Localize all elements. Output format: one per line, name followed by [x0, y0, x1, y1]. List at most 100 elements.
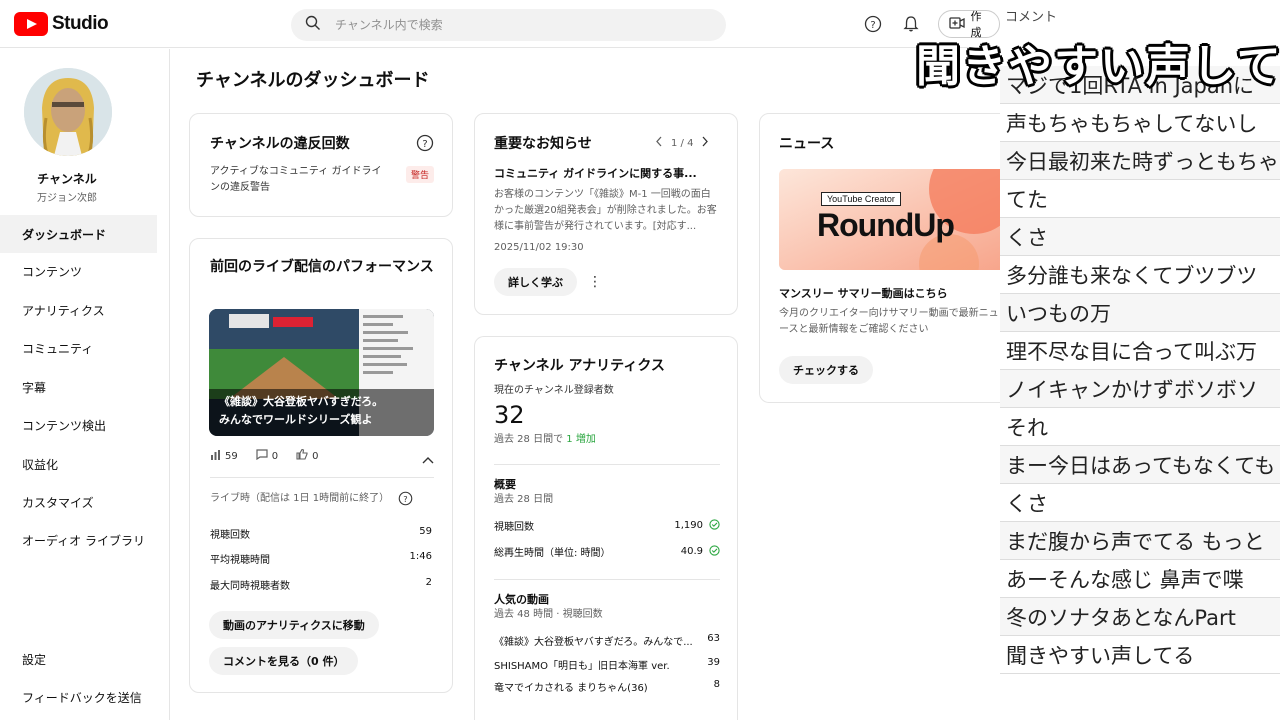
top-video-views: 39 — [707, 657, 720, 668]
sidebar-item-monetization[interactable]: 収益化 — [0, 445, 157, 483]
sidebar-item-community[interactable]: コミュニティ — [0, 329, 157, 367]
summary-row: 視聴回数 1,190 — [494, 518, 720, 533]
sidebar-item-label: 字幕 — [22, 380, 47, 395]
top-video-views: 8 — [713, 679, 720, 690]
video-analytics-button[interactable]: 動画のアナリティクスに移動 — [209, 611, 379, 639]
svg-text:?: ? — [870, 20, 875, 31]
stat-label: 最大同時視聴者数 — [210, 581, 290, 592]
overlay-comment: 聞きやすい声してる — [916, 41, 1280, 92]
sidebar-item-label: コミュニティ — [22, 341, 94, 356]
sidebar-item-label: アナリティクス — [22, 303, 105, 318]
help-icon[interactable]: ? — [860, 10, 886, 38]
delta-value: 1 増加 — [566, 434, 596, 445]
live-title: 前回のライブ配信のパフォーマンス — [210, 259, 434, 275]
sidebar-item-audio-library[interactable]: オーディオ ライブラリ — [0, 521, 157, 559]
sidebar-item-label: フィードバックを送信 — [22, 690, 142, 705]
stat-value: 2 — [425, 577, 432, 588]
top-video-title: SHISHAMO「明日も」旧日本海軍 ver. — [494, 661, 670, 672]
more-vert-icon[interactable]: ⋮ — [588, 274, 602, 290]
views-count: 59 — [225, 450, 238, 462]
banner-title: RoundUp — [817, 207, 955, 243]
news-body: 今月のクリエイター向けサマリー動画で最新ニュースと最新情報をご確認ください — [779, 308, 999, 335]
live-time-label: ライブ時（配信は 1日 1時間前に終了） — [210, 493, 390, 504]
sidebar-item-label: 設定 — [22, 652, 47, 667]
sidebar-item-dashboard[interactable]: ダッシュボード — [0, 215, 157, 253]
check-circle-icon — [709, 544, 720, 559]
sidebar-item-label: 収益化 — [22, 457, 59, 472]
live-thumbnail[interactable]: 《雑談》大谷登板ヤバすぎだろ。 みんなでワールドシリーズ観よ — [209, 309, 434, 436]
summary-value: 1,190 — [674, 520, 703, 531]
stat-row: 視聴回数 59 — [210, 526, 432, 541]
help-icon[interactable]: ? — [398, 491, 413, 510]
check-it-button[interactable]: チェックする — [779, 356, 873, 384]
learn-more-button[interactable]: 詳しく学ぶ — [494, 268, 577, 296]
search-input[interactable] — [335, 18, 695, 32]
comment-item: ノイキャンかけずボソボソ — [1000, 370, 1280, 408]
comment-item: 理不尽な目に合って叫ぶ万 — [1000, 332, 1280, 370]
studio-logo[interactable]: Studio — [14, 12, 109, 36]
notices-card: 重要なお知らせ 1 / 4 コミュニティ ガイドラインに関する事... お客様の… — [474, 113, 738, 315]
warning-badge: 警告 — [406, 166, 435, 183]
top-videos-period: 過去 48 時間 · 視聴回数 — [494, 609, 603, 620]
news-headline: マンスリー サマリー動画はこちら — [779, 287, 948, 300]
comment-icon — [256, 449, 268, 463]
sidebar-item-customize[interactable]: カスタマイズ — [0, 483, 157, 521]
svg-text:?: ? — [403, 494, 407, 504]
top-video-title: 《雑談》大谷登板ヤバすぎだろ。みんなで... — [494, 637, 693, 648]
summary-value: 40.9 — [680, 546, 703, 557]
sidebar-item-settings[interactable]: 設定 — [0, 640, 157, 678]
view-comments-button[interactable]: コメントを見る（0 件） — [209, 647, 359, 675]
notice-pager: 1 / 4 — [655, 136, 709, 150]
comment-item: あーそんな感じ 鼻声で喋 — [1000, 560, 1280, 598]
news-banner[interactable]: YouTube Creator RoundUp — [779, 169, 1009, 270]
comment-item: くさ — [1000, 218, 1280, 256]
banner-tag: YouTube Creator — [821, 192, 901, 206]
thumbnail-caption-line1: 《雑談》大谷登板ヤバすぎだろ。 — [219, 395, 384, 408]
divider — [494, 579, 720, 580]
comments-count: 0 — [271, 450, 279, 462]
comment-item: それ — [1000, 408, 1280, 446]
subscribers-count: 32 — [494, 401, 525, 429]
comment-item: てた — [1000, 180, 1280, 218]
subscribers-label: 現在のチャンネル登録者数 — [494, 385, 614, 396]
comment-item: 今日最初来た時ずっともちゃ — [1000, 142, 1280, 180]
news-title: ニュース — [779, 136, 835, 152]
channel-avatar[interactable] — [24, 68, 112, 156]
top-video-row[interactable]: SHISHAMO「明日も」旧日本海軍 ver. 39 — [494, 657, 720, 672]
search-icon — [305, 15, 321, 35]
comment-panel-header: コメント — [1005, 10, 1058, 25]
sidebar-item-content[interactable]: コンテンツ — [0, 252, 157, 290]
sidebar-item-label: コンテンツ — [22, 264, 83, 279]
chevron-up-icon[interactable] — [422, 449, 434, 468]
top-video-row[interactable]: 竜マでイカされる まりちゃん(36) 8 — [494, 679, 720, 694]
sidebar: チャンネル 万ジョン次郎 ダッシュボード コンテンツ アナリティクス コミュニテ… — [0, 49, 170, 720]
top-video-row[interactable]: 《雑談》大谷登板ヤバすぎだろ。みんなで... 63 — [494, 633, 720, 648]
search-bar[interactable] — [291, 9, 726, 41]
comment-item: くさ — [1000, 484, 1280, 522]
sidebar-item-subtitles[interactable]: 字幕 — [0, 368, 157, 406]
notice-body: お客様のコンテンツ「《雑談》M-1 一回戦の面白かった厳選20組発表会」が削除さ… — [494, 189, 717, 232]
thumbs-up-icon — [296, 448, 308, 463]
notice-headline[interactable]: コミュニティ ガイドラインに関する事... — [494, 165, 697, 181]
stat-row: 平均視聴時間 1:46 — [210, 551, 432, 566]
violations-title: チャンネルの違反回数 — [210, 136, 350, 152]
help-icon[interactable]: ? — [416, 134, 434, 156]
news-card: ニュース YouTube Creator RoundUp マンスリー サマリー動… — [759, 113, 1019, 403]
live-performance-card: 前回のライブ配信のパフォーマンス 《雑談》大谷登板ヤバすぎだろ。 みんなでワール… — [189, 238, 453, 693]
comment-panel: コメント マジで1回RTA in Japanに 声もちゃもちゃしてないし 今日最… — [1000, 0, 1280, 720]
sidebar-item-analytics[interactable]: アナリティクス — [0, 291, 157, 329]
stat-label: 視聴回数 — [210, 530, 250, 541]
top-video-views: 63 — [707, 633, 720, 644]
chevron-right-icon[interactable] — [701, 136, 709, 150]
stat-value: 59 — [419, 526, 432, 537]
sidebar-item-copyright[interactable]: コンテンツ検出 — [0, 406, 157, 444]
pager-text: 1 / 4 — [671, 137, 694, 149]
delta-prefix: 過去 28 日間で — [494, 434, 564, 445]
bar-chart-icon — [210, 449, 221, 463]
sidebar-item-feedback[interactable]: フィードバックを送信 — [0, 678, 157, 716]
divider — [494, 464, 720, 465]
top-bar: Studio ? 作成 — [0, 0, 1001, 48]
comment-item: 聞きやすい声してる — [1000, 636, 1280, 674]
logo-text: Studio — [52, 13, 109, 34]
chevron-left-icon[interactable] — [655, 136, 663, 150]
